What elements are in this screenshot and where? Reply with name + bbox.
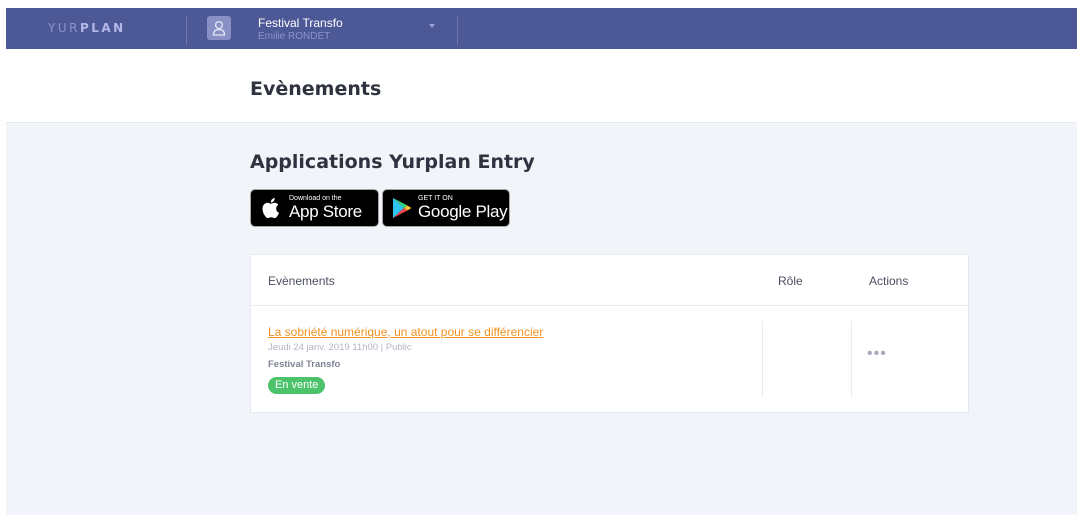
app-store-big-text: App Store (289, 202, 362, 221)
divider (457, 16, 458, 45)
page-header: Evènements (6, 49, 1077, 123)
logo-text-bold: PLAN (79, 21, 126, 35)
column-header-role: Rôle (778, 274, 803, 288)
column-divider (762, 321, 763, 397)
yurplan-logo[interactable]: YURPLAN (48, 21, 126, 35)
table-header: Evènements Rôle Actions (251, 255, 968, 306)
events-table: Evènements Rôle Actions La sobriété numé… (250, 254, 969, 413)
google-play-icon (393, 198, 412, 218)
column-header-actions: Actions (869, 274, 909, 288)
more-actions-button[interactable]: ••• (867, 346, 887, 362)
organization-name[interactable]: Festival Transfo (258, 16, 343, 30)
event-title-link[interactable]: La sobriété numérique, un atout pour se … (268, 325, 543, 339)
logo-text-light: YUR (48, 21, 80, 35)
column-header-events: Evènements (268, 274, 335, 288)
event-date: Jeudi 24 janv. 2019 11h00 | Public (268, 342, 412, 353)
event-organizer: Festival Transfo (268, 359, 341, 370)
apps-section-title: Applications Yurplan Entry (250, 151, 535, 173)
app-store-button[interactable]: Download on the App Store (250, 189, 379, 227)
apple-icon (262, 198, 279, 219)
page-title: Evènements (250, 78, 382, 100)
column-divider (851, 321, 852, 397)
google-play-button[interactable]: GET IT ON Google Play (382, 189, 510, 227)
top-navigation-bar: YURPLAN Festival Transfo Emilie RONDET (6, 8, 1077, 49)
organization-avatar[interactable] (207, 16, 231, 40)
user-name: Emilie RONDET (258, 31, 331, 42)
status-badge: En vente (268, 377, 326, 394)
user-icon (212, 20, 226, 36)
page: YURPLAN Festival Transfo Emilie RONDET E… (6, 8, 1077, 515)
google-play-big-text: Google Play (418, 202, 508, 221)
chevron-down-icon[interactable] (429, 24, 435, 28)
divider (186, 16, 187, 45)
